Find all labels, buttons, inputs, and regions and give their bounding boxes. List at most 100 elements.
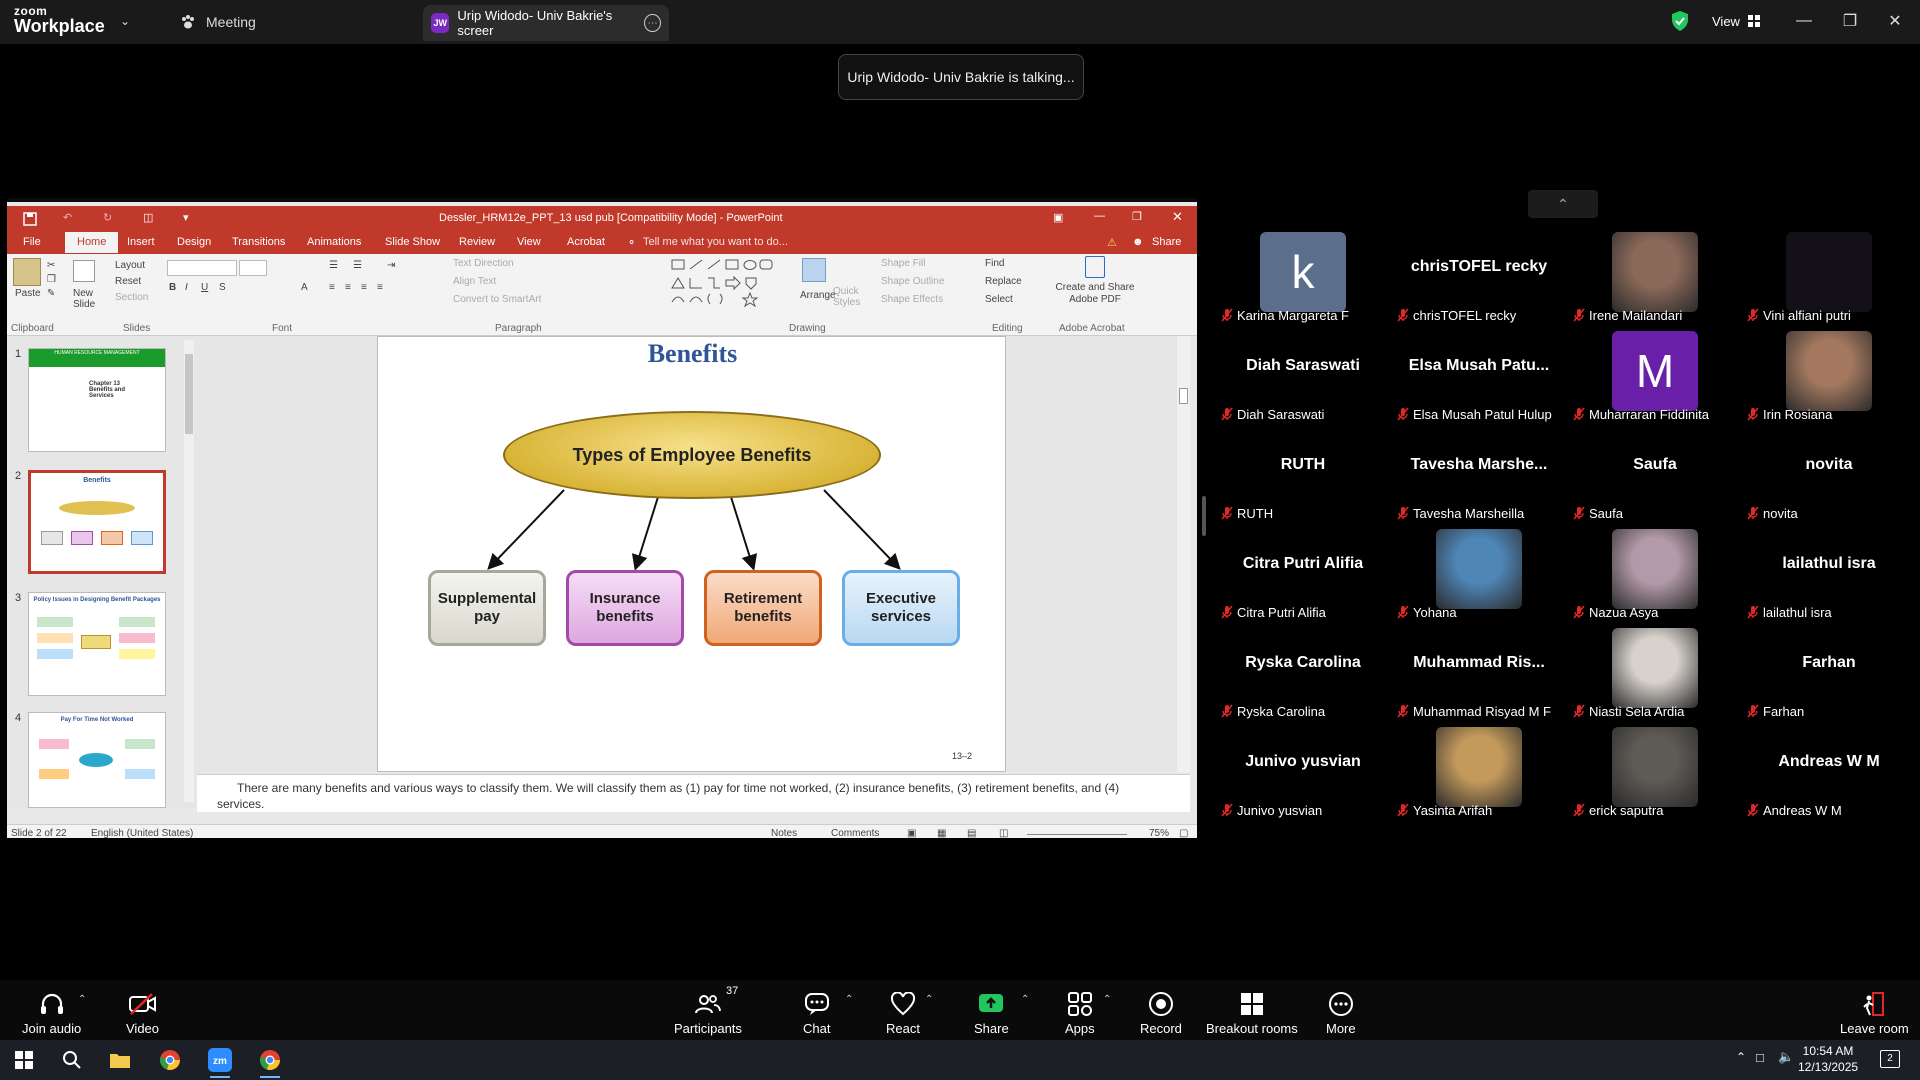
react-button[interactable]: React (886, 988, 920, 1036)
network-icon[interactable]: □ (1756, 1050, 1764, 1065)
find-button[interactable]: Find (985, 258, 1004, 269)
ppt-share-button[interactable]: Share (1152, 236, 1181, 248)
join-audio-button[interactable]: Join audio (22, 988, 81, 1036)
tab-acrobat[interactable]: Acrobat (567, 236, 605, 248)
slide-thumbnail-2[interactable]: Benefits (28, 470, 166, 574)
reset-button[interactable]: Reset (115, 276, 141, 287)
shadow-icon[interactable]: S (219, 282, 226, 293)
resize-handle[interactable] (1202, 496, 1206, 536)
participant-tile[interactable]: Ryska Carolina Ryska Carolina (1217, 630, 1389, 724)
tab-shared-screen[interactable]: JW Urip Widodo- Univ Bakrie's screer ⋯ (423, 5, 669, 41)
view-button[interactable]: View (1700, 8, 1772, 34)
leave-room-button[interactable]: Leave room (1840, 988, 1909, 1036)
font-name-field[interactable] (167, 260, 237, 276)
normal-view-icon[interactable]: ▣ (907, 828, 916, 838)
underline-icon[interactable]: U (201, 282, 208, 293)
participant-tile[interactable]: Andreas W M Andreas W M (1743, 729, 1915, 823)
participant-tile[interactable]: Tavesha Marshe... Tavesha Marsheilla (1393, 432, 1565, 526)
participant-tile[interactable]: Saufa Saufa (1569, 432, 1741, 526)
participant-tile[interactable]: Vini alfiani putri (1743, 232, 1915, 328)
chrome-window-icon[interactable] (250, 1044, 290, 1078)
current-slide[interactable]: Benefits Types of Employee Benefits Supp… (377, 336, 1006, 772)
new-slide-button[interactable]: New Slide (73, 288, 99, 310)
indent-icon[interactable]: ⇥ (387, 260, 395, 271)
tab-transitions[interactable]: Transitions (232, 236, 285, 248)
bullets-icon[interactable]: ☰ (329, 260, 338, 271)
slide-thumbnail-3[interactable]: Policy Issues in Designing Benefit Packa… (28, 592, 166, 696)
zoom-level[interactable]: 75% (1149, 828, 1169, 838)
tray-expand-icon[interactable]: ⌃ (1736, 1050, 1746, 1064)
replace-button[interactable]: Replace (985, 276, 1022, 287)
align-right-icon[interactable]: ≡ (361, 282, 367, 293)
share-options-caret-icon[interactable]: ⌃ (1021, 994, 1029, 1005)
audio-options-caret-icon[interactable]: ⌃ (78, 994, 86, 1005)
chevron-down-icon[interactable]: ⌄ (120, 14, 130, 28)
slideshow-view-icon[interactable]: ◫ (999, 828, 1008, 838)
shape-effects-button[interactable]: Shape Effects (881, 294, 943, 305)
share-button[interactable]: Share (974, 988, 1009, 1036)
align-text-button[interactable]: Align Text (453, 276, 496, 287)
participant-tile[interactable]: novita novita (1743, 432, 1915, 526)
justify-icon[interactable]: ≡ (377, 282, 383, 293)
gallery-scroll-up-icon[interactable]: ⌃ (1528, 190, 1598, 218)
participant-tile[interactable]: k Karina Margareta F (1217, 232, 1389, 328)
tell-me-search[interactable]: Tell me what you want to do... (643, 236, 788, 248)
slide-thumbnail-1[interactable]: HUMAN RESOURCE MANAGEMENT Chapter 13 Ben… (28, 348, 166, 452)
arrange-icon[interactable] (802, 258, 826, 282)
zoom-slider[interactable] (1027, 834, 1127, 835)
minimize-button[interactable]: — (1782, 6, 1826, 36)
breakout-rooms-button[interactable]: Breakout rooms (1206, 988, 1298, 1036)
more-button[interactable]: More (1326, 988, 1356, 1036)
tab-animations[interactable]: Animations (307, 236, 361, 248)
quick-styles-button[interactable]: Quick Styles (833, 286, 863, 308)
align-left-icon[interactable]: ≡ (329, 282, 335, 293)
apps-button[interactable]: Apps (1065, 988, 1095, 1036)
font-color-icon[interactable]: A (301, 282, 308, 293)
notes-toggle[interactable]: Notes (771, 828, 797, 838)
align-center-icon[interactable]: ≡ (345, 282, 351, 293)
numbering-icon[interactable]: ☰ (353, 260, 362, 271)
section-button[interactable]: Section (115, 292, 148, 303)
shapes-gallery[interactable] (670, 258, 780, 308)
ribbon-display-icon[interactable]: ▣ (1053, 211, 1063, 224)
participant-tile[interactable]: Muhammad Ris... Muhammad Risyad M F (1393, 630, 1565, 724)
start-slideshow-icon[interactable]: ◫ (143, 211, 153, 224)
new-slide-icon[interactable] (73, 260, 95, 282)
system-clock[interactable]: 10:54 AM 12/13/2025 (1798, 1043, 1858, 1075)
fit-to-window-icon[interactable]: ▢ (1179, 828, 1188, 838)
ppt-restore-icon[interactable]: ❐ (1132, 210, 1142, 223)
participant-tile[interactable]: Diah Saraswati Diah Saraswati (1217, 333, 1389, 427)
volume-icon[interactable]: 🔈 (1778, 1049, 1794, 1065)
ppt-close-icon[interactable]: ✕ (1172, 209, 1183, 225)
ppt-minimize-icon[interactable]: — (1094, 210, 1105, 222)
participant-tile[interactable]: Junivo yusvian Junivo yusvian (1217, 729, 1389, 823)
create-share-pdf-button[interactable]: Create and Share Adobe PDF (1055, 282, 1135, 306)
tab-file[interactable]: File (23, 236, 41, 248)
insurance-benefits-box[interactable]: Insurance benefits (566, 570, 684, 646)
shape-fill-button[interactable]: Shape Fill (881, 258, 925, 269)
select-button[interactable]: Select (985, 294, 1013, 305)
redo-icon[interactable]: ↻ (103, 211, 112, 224)
paste-button[interactable]: Paste (15, 288, 41, 299)
italic-icon[interactable]: I (185, 282, 188, 293)
participant-tile[interactable]: lailathul isra lailathul isra (1743, 531, 1915, 625)
text-direction-button[interactable]: Text Direction (453, 258, 514, 269)
copy-icon[interactable]: ❐ (47, 274, 56, 285)
chat-button[interactable]: Chat (803, 988, 830, 1036)
participant-tile[interactable]: Nazua Asya (1569, 529, 1741, 625)
slide-sorter-icon[interactable]: ▦ (937, 828, 946, 838)
supplemental-pay-box[interactable]: Supplemental pay (428, 570, 546, 646)
file-explorer-icon[interactable] (100, 1044, 140, 1076)
thumbnails-scrollbar[interactable] (184, 340, 194, 802)
customize-toolbar-icon[interactable]: ▾ (183, 211, 189, 224)
notifications-icon[interactable]: 2 (1880, 1050, 1900, 1068)
tab-review[interactable]: Review (459, 236, 495, 248)
speaker-notes[interactable]: There are many benefits and various ways… (197, 774, 1190, 812)
participant-tile[interactable]: Irin Rosiana (1743, 331, 1915, 427)
tab-insert[interactable]: Insert (127, 236, 155, 248)
chrome-icon[interactable] (150, 1044, 190, 1076)
undo-icon[interactable]: ↶ (63, 211, 72, 224)
cut-icon[interactable]: ✂ (47, 260, 55, 271)
participant-tile[interactable]: Yohana (1393, 529, 1565, 625)
close-button[interactable]: ✕ (1873, 6, 1917, 36)
